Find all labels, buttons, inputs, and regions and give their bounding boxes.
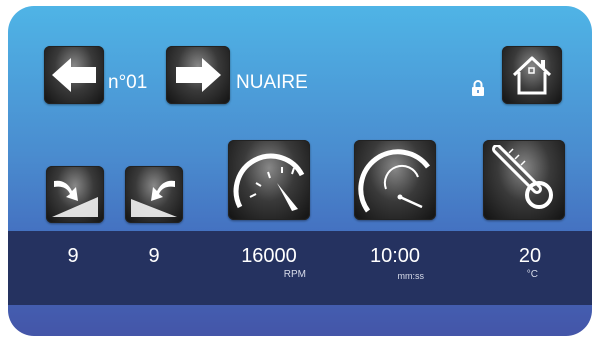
- lock-icon: [472, 80, 484, 96]
- temperature-button[interactable]: [483, 140, 565, 220]
- control-panel: n°01 NUAIRE 9 9 16000 RPM 10:00 mm:ss 20…: [8, 6, 592, 336]
- device-number: n°01: [108, 72, 148, 93]
- arrow-left-icon: [52, 58, 96, 92]
- fan-out-value: 9: [148, 245, 160, 267]
- timer-button[interactable]: [354, 140, 436, 220]
- fan-in-value: 9: [67, 245, 79, 267]
- timer-unit: mm:ss: [397, 271, 425, 281]
- temperature-value: 20: [518, 245, 542, 267]
- home-icon: [512, 56, 552, 95]
- home-button[interactable]: [502, 46, 562, 104]
- fan-flow-in-icon: [52, 180, 98, 217]
- next-button[interactable]: [166, 46, 230, 104]
- timer-value: 10:00: [369, 245, 421, 267]
- temperature-unit: °C: [526, 269, 538, 280]
- fan-flow-out-button[interactable]: [125, 166, 183, 223]
- arrow-right-icon: [176, 58, 221, 92]
- fan-flow-out-icon: [131, 180, 177, 217]
- speedometer-icon: [233, 153, 305, 211]
- stopwatch-icon: [358, 149, 431, 213]
- thermometer-icon: [492, 145, 553, 209]
- readout-bar: 9 9 16000 RPM 10:00 mm:ss 20 °C: [8, 231, 592, 305]
- brand-name: NUAIRE: [236, 72, 308, 93]
- speed-button[interactable]: [228, 140, 310, 220]
- fan-flow-in-button[interactable]: [46, 166, 104, 223]
- speed-value: 16000: [241, 245, 297, 267]
- speed-unit: RPM: [283, 269, 306, 280]
- previous-button[interactable]: [44, 46, 104, 104]
